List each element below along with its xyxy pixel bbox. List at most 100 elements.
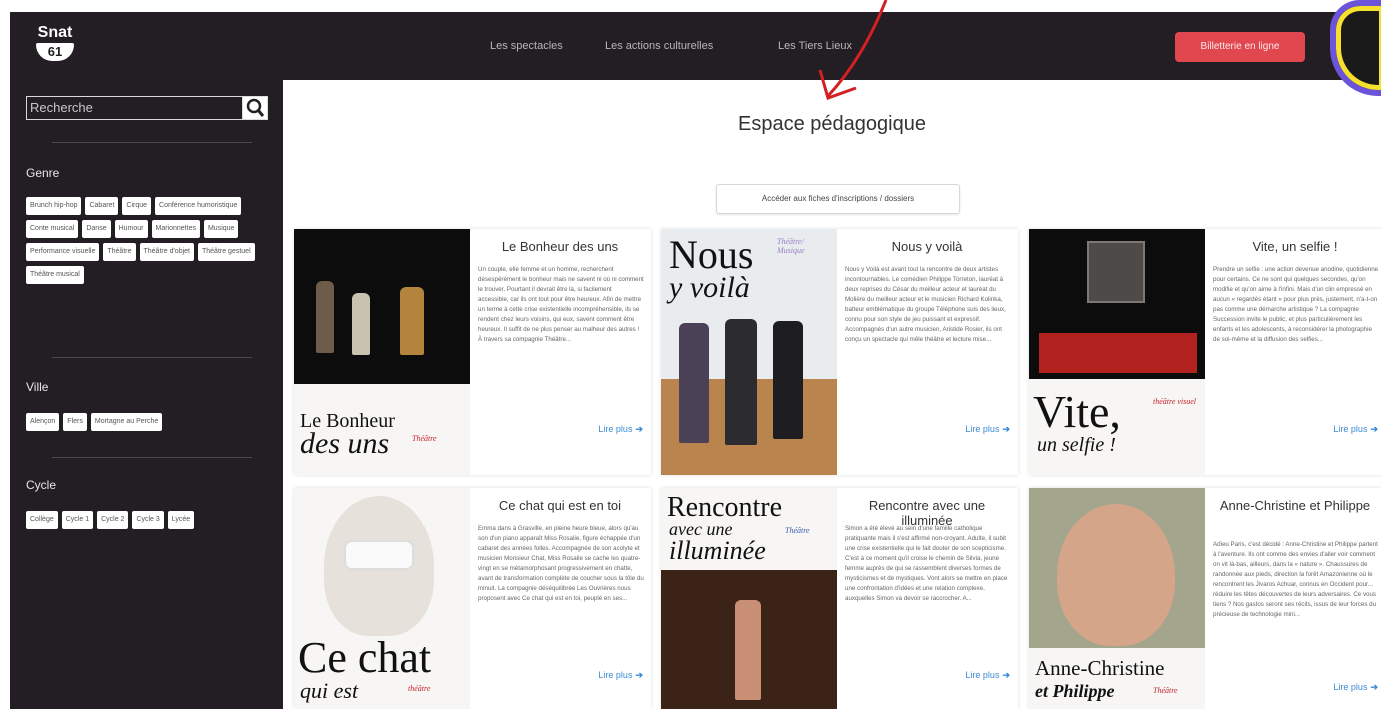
card-description: Un couple, elle femme et un homme, reche… [478,266,644,343]
show-poster: Anne-Christine et Philippe Théâtre [1029,488,1205,709]
filter-title-cycle: Cycle [26,478,57,492]
tag-genre[interactable]: Théâtre d'objet [139,243,194,261]
tag-genre[interactable]: Cabaret [85,197,119,215]
poster-genre: Théâtre [1153,686,1178,695]
tag-genre[interactable]: Brunch hip-hop [26,197,82,215]
arrow-right-icon: ➔ [1370,682,1378,692]
poster-genre: théâtre visuel [1153,397,1197,406]
arrow-right-icon: ➔ [635,670,643,680]
show-poster: Vite, un selfie ! théâtre visuel [1029,229,1205,475]
nav-link-actions-culturelles[interactable]: Les actions culturelles [605,40,713,52]
site-logo[interactable]: Snat 61 [32,24,78,61]
read-more-label: Lire plus [598,424,633,434]
card-title[interactable]: Le Bonheur des uns [478,239,642,254]
poster-title: des uns [300,427,390,460]
arrow-right-icon: ➔ [1002,670,1010,680]
tag-cycle[interactable]: Cycle 3 [132,511,164,529]
read-more-label: Lire plus [598,670,633,680]
tag-genre[interactable]: Danse [82,220,111,238]
divider [52,357,252,358]
read-more-link[interactable]: Lire plus ➔ [1333,424,1378,435]
filter-title-ville: Ville [26,380,49,394]
read-more-link[interactable]: Lire plus ➔ [598,670,643,681]
card-title[interactable]: Vite, un selfie ! [1213,239,1377,254]
show-card[interactable]: Anne-Christine et Philippe Théâtre Anne-… [1029,488,1381,709]
arrow-right-icon: ➔ [1002,424,1010,434]
card-title[interactable]: Ce chat qui est en toi [478,498,642,513]
show-poster: Ce chat qui est théâtre [294,488,470,709]
show-poster: Rencontre avec une illuminée Théâtre [661,488,837,709]
read-more-label: Lire plus [965,424,1000,434]
arrow-right-icon: ➔ [1370,424,1378,434]
poster-photo [294,229,470,384]
tag-ville[interactable]: Mortagne au Perche [90,413,163,431]
card-description: Nous y Voilà est avant tout la rencontre… [845,266,1006,343]
poster-genre: théâtre [408,684,431,693]
show-card[interactable]: Le Bonheur des uns Théâtre Le Bonheur de… [294,229,651,475]
tag-genre[interactable]: Conférence humoristique [155,197,242,215]
search-placeholder: Recherche [30,100,93,115]
page-title: Espace pédagogique [738,113,926,135]
tag-cycle[interactable]: Cycle 2 [97,511,129,529]
show-card[interactable]: Ce chat qui est théâtre Ce chat qui est … [294,488,651,709]
top-navigation-bar: Snat 61 Les spectacles Les actions cultu… [10,12,1381,80]
poster-genre: Théâtre [785,526,810,535]
tag-ville[interactable]: Alençon [26,413,60,431]
show-card[interactable]: Nous y voilà Théâtre/ Musique Nous y voi… [661,229,1018,475]
card-description: Simon a été élevé au sein d'une famille … [845,525,1008,602]
nav-link-spectacles[interactable]: Les spectacles [490,40,563,52]
tag-genre[interactable]: Performance visuelle [26,243,100,261]
tag-cycle[interactable]: Lycée [167,511,195,529]
card-description: Prendre un selfie : une action devenue a… [1213,266,1379,343]
tag-genre[interactable]: Cirque [122,197,152,215]
search-input[interactable]: Recherche [26,96,244,120]
read-more-link[interactable]: Lire plus ➔ [965,670,1010,681]
poster-title: et Philippe [1035,681,1115,701]
tag-genre[interactable]: Humour [114,220,148,238]
page: Snat 61 Les spectacles Les actions cultu… [0,0,1381,709]
ville-tags: Alençon Flers Mortagne au Perche [26,413,276,431]
genre-tags: Brunch hip-hop Cabaret Cirque Conférence… [26,197,276,284]
poster-title: Nous [669,232,754,277]
poster-title: un selfie ! [1037,434,1116,456]
tag-cycle[interactable]: Cycle 1 [61,511,94,529]
search-icon [246,98,265,117]
divider [52,142,252,143]
logo-text: Snat [37,24,73,41]
poster-title: illuminée [669,536,766,565]
poster-title: Rencontre [667,492,783,523]
tag-genre[interactable]: Conte musical [26,220,79,238]
cycle-tags: Collège Cycle 1 Cycle 2 Cycle 3 Lycée [26,511,276,529]
read-more-link[interactable]: Lire plus ➔ [1333,682,1378,693]
tag-genre[interactable]: Marionnettes [151,220,200,238]
poster-genre: Théâtre/ Musique [777,237,805,255]
poster-title: Vite, [1033,386,1121,437]
card-title[interactable]: Nous y voilà [845,239,1009,254]
read-more-label: Lire plus [1333,424,1368,434]
card-description: Emma dans à Grasville, en pleine heure b… [478,525,644,602]
card-title[interactable]: Anne-Christine et Philippe [1213,498,1377,513]
tag-genre[interactable]: Musique [203,220,239,238]
read-more-link[interactable]: Lire plus ➔ [965,424,1010,435]
logo-number: 61 [36,43,74,61]
ticket-button[interactable]: Billetterie en ligne [1175,32,1305,62]
filter-sidebar: Recherche Genre Brunch hip-hop Cabaret C… [10,80,283,709]
tag-ville[interactable]: Flers [63,413,87,431]
fiches-button[interactable]: Accéder aux fiches d'inscriptions / doss… [716,184,960,214]
red-arrow-annotation [818,0,888,100]
poster-photo [1029,229,1205,379]
search-button[interactable] [242,96,268,120]
tag-genre[interactable]: Théâtre [103,243,136,261]
round-badge-icon [1330,0,1381,96]
show-card[interactable]: Vite, un selfie ! théâtre visuel Vite, u… [1029,229,1381,475]
poster-title: y voilà [669,271,750,304]
show-card[interactable]: Rencontre avec une illuminée Théâtre Ren… [661,488,1018,709]
poster-title: qui est [300,678,359,703]
read-more-link[interactable]: Lire plus ➔ [598,424,643,435]
tag-genre[interactable]: Théâtre gestuel [197,243,255,261]
tag-cycle[interactable]: Collège [26,511,58,529]
read-more-label: Lire plus [965,670,1000,680]
poster-title: Ce chat [298,633,432,682]
tag-genre[interactable]: Théâtre musical [26,266,84,284]
poster-title: Anne-Christine [1035,656,1165,680]
